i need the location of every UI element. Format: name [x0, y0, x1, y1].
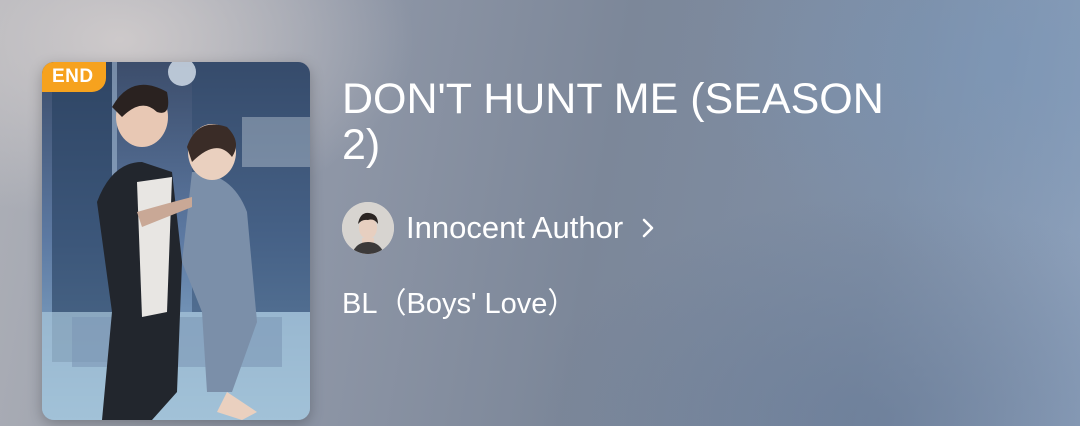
author-name: Innocent Author [406, 210, 624, 245]
chevron-right-icon [639, 217, 657, 239]
book-title: DON'T HUNT ME (SEASON 2) [342, 75, 884, 169]
cover-illustration [42, 62, 310, 420]
author-link[interactable]: Innocent Author [342, 201, 657, 255]
end-status-badge: END [42, 62, 106, 92]
author-avatar [342, 202, 394, 254]
genre-label: BL（Boys' Love） [342, 288, 577, 320]
book-cover[interactable]: END [42, 62, 310, 420]
